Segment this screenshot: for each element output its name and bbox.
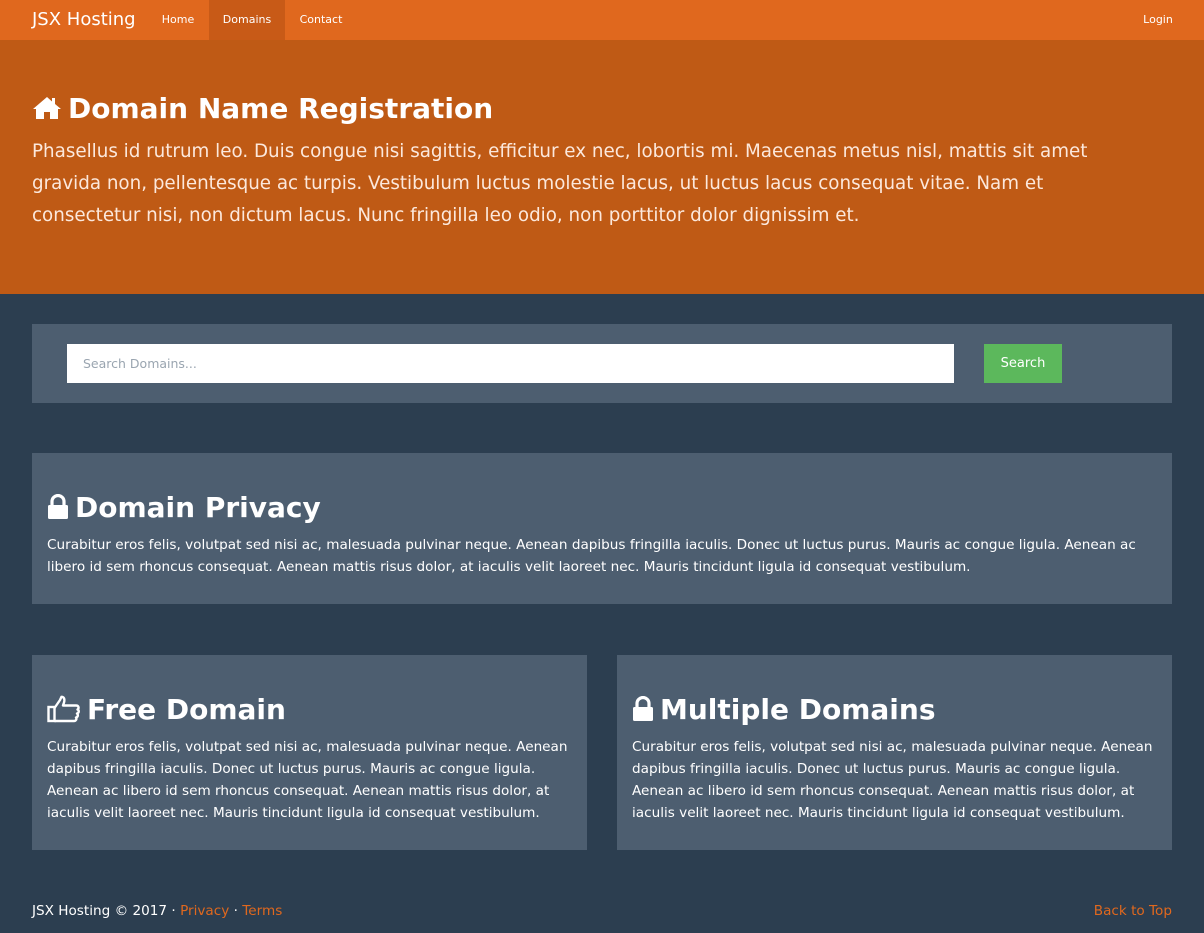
card-title-text: Multiple Domains	[660, 692, 936, 726]
brand-logo[interactable]: JSX Hosting	[32, 9, 136, 30]
thumbs-up-icon	[47, 695, 80, 723]
card-description: Curabitur eros felis, volutpat sed nisi …	[47, 739, 568, 821]
card-description: Curabitur eros felis, volutpat sed nisi …	[47, 537, 1136, 575]
page-title-text: Domain Name Registration	[68, 91, 494, 125]
domain-search-panel: Search	[32, 324, 1172, 403]
card-title-text: Free Domain	[87, 692, 286, 726]
footer-separator: ·	[233, 903, 238, 919]
nav-item-domains[interactable]: Domains	[209, 0, 285, 40]
card-title: Multiple Domains	[632, 691, 936, 727]
card-title: Domain Privacy	[47, 489, 321, 525]
domain-search-input[interactable]	[67, 344, 954, 383]
multiple-domains-card: Multiple Domains Curabitur eros felis, v…	[617, 655, 1172, 850]
search-button[interactable]: Search	[984, 344, 1062, 383]
copyright-text: JSX Hosting © 2017	[32, 903, 168, 919]
card-title: Free Domain	[47, 691, 286, 727]
top-navbar: JSX Hosting Home Domains Contact Login	[0, 0, 1204, 40]
card-description: Curabitur eros felis, volutpat sed nisi …	[632, 739, 1153, 821]
card-title-text: Domain Privacy	[75, 490, 321, 524]
nav-item-login[interactable]: Login	[1128, 0, 1188, 40]
domain-privacy-card: Domain Privacy Curabitur eros felis, vol…	[32, 453, 1172, 604]
nav-item-contact[interactable]: Contact	[285, 0, 357, 40]
free-domain-card: Free Domain Curabitur eros felis, volutp…	[32, 655, 587, 850]
lock-icon	[633, 696, 653, 721]
hero-description: Phasellus id rutrum leo. Duis congue nis…	[32, 141, 1088, 226]
footer-left: JSX Hosting © 2017 · Privacy · Terms	[32, 903, 282, 919]
privacy-link[interactable]: Privacy	[180, 903, 229, 919]
footer-separator: ·	[171, 903, 176, 919]
lock-icon	[48, 494, 68, 519]
hero-banner: Domain Name Registration Phasellus id ru…	[0, 40, 1204, 294]
nav-item-home[interactable]: Home	[147, 0, 209, 40]
terms-link[interactable]: Terms	[242, 903, 282, 919]
home-icon	[33, 97, 61, 119]
page-title: Domain Name Registration	[32, 88, 493, 128]
back-to-top-link[interactable]: Back to Top	[1086, 903, 1172, 919]
